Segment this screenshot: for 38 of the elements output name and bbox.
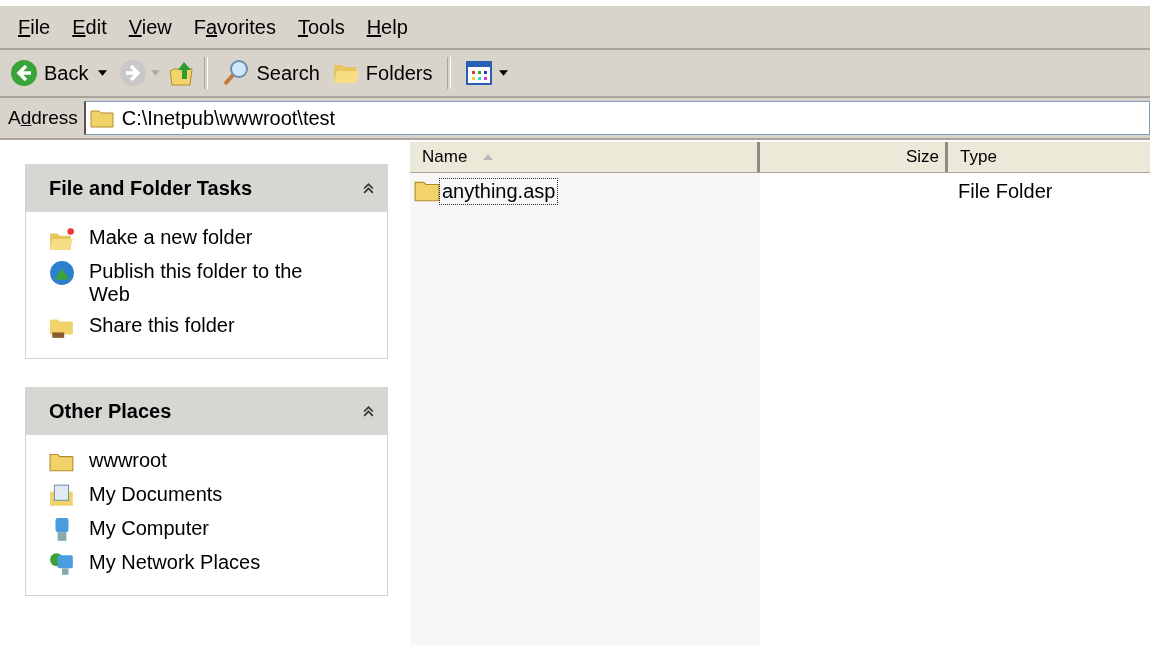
menu-item[interactable]: Tools (289, 15, 359, 39)
folder-icon (89, 108, 114, 128)
table-cell: File Folder (958, 179, 1053, 203)
new-folder-icon (49, 226, 75, 252)
panel-title: File and Folder Tasks (49, 176, 253, 200)
column-header[interactable]: Type (948, 142, 1150, 172)
documents-folder-icon (49, 483, 75, 509)
dropdown-arrow-icon[interactable] (98, 70, 108, 76)
collapse-chevron-icon[interactable] (362, 181, 375, 195)
dropdown-arrow-icon (498, 70, 508, 76)
task-link[interactable]: Share this folder (89, 314, 339, 337)
menu-item[interactable]: Favorites (185, 15, 290, 39)
address-field[interactable]: C:\Inetpub\wwwroot\test (83, 101, 1150, 135)
folder-icon (414, 180, 440, 202)
search-button[interactable]: Search (216, 57, 326, 89)
collapse-chevron-icon[interactable] (362, 404, 375, 418)
menu-item[interactable]: File (10, 15, 65, 39)
globe-icon (49, 260, 75, 286)
back-button[interactable]: Back (4, 57, 95, 89)
network-computer-icon (49, 551, 75, 577)
panel-title: Other Places (49, 399, 172, 423)
menu-item[interactable]: Edit (64, 15, 121, 39)
views-grid-icon (464, 59, 493, 87)
column-header[interactable]: Size (760, 142, 948, 172)
task-link[interactable]: My Documents (89, 483, 339, 506)
folders-button[interactable]: Folders (325, 57, 439, 89)
task-link[interactable]: wwwroot (89, 449, 339, 472)
task-link[interactable]: Make a new folder (89, 226, 339, 249)
menu-item[interactable]: View (120, 15, 186, 39)
task-link[interactable]: Publish this folder to the Web (89, 260, 339, 306)
task-link[interactable]: My Network Places (89, 551, 339, 574)
task-link[interactable]: My Computer (89, 517, 339, 540)
panel-header[interactable]: File and Folder Tasks (26, 164, 387, 212)
address-label: Address (7, 107, 79, 129)
menu-item[interactable]: Help (358, 15, 422, 39)
search-icon (222, 59, 251, 87)
panel-header[interactable]: Other Places (26, 387, 387, 435)
file-name[interactable]: anything.asp (440, 178, 558, 204)
